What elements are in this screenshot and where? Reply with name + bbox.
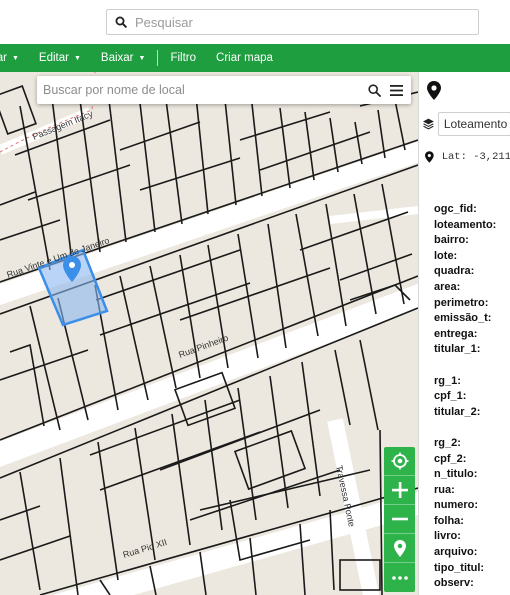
attribute-label: arquivo: xyxy=(434,546,478,559)
top-bar xyxy=(0,0,510,44)
map-marker-icon xyxy=(427,80,441,100)
location-pin-icon xyxy=(425,151,434,163)
caret-down-icon: ▼ xyxy=(138,54,146,62)
map-canvas[interactable]: Rua Vinte e Um de Janeiro Rua Pinheiro R… xyxy=(0,72,418,595)
attribute-label: area: xyxy=(434,280,461,293)
menu-label: Editar xyxy=(38,52,69,64)
hamburger-menu-icon[interactable] xyxy=(385,79,407,101)
global-search[interactable] xyxy=(106,9,479,35)
search-icon xyxy=(107,16,135,28)
layer-selector-row: Loteamento xyxy=(419,108,510,140)
locate-icon xyxy=(391,452,408,470)
place-search-input[interactable] xyxy=(43,83,363,97)
map-controls xyxy=(384,447,415,592)
attribute-list: ogc_fid: loteamento: bairro: lote: quadra: ar… xyxy=(434,202,510,592)
attribute-label: loteamento: xyxy=(434,218,497,231)
more-icon xyxy=(391,575,408,580)
attribute-label: perimetro: xyxy=(434,296,489,309)
attribute-spacer xyxy=(434,420,510,436)
menu-label: zar xyxy=(0,52,7,64)
attribute-label: rg_1: xyxy=(434,374,461,387)
zoom-in-button[interactable] xyxy=(384,476,415,505)
panel-header xyxy=(419,72,510,108)
search-icon[interactable] xyxy=(363,79,385,101)
attribute-label: rua: xyxy=(434,483,455,496)
menu-label: Filtro xyxy=(170,52,197,64)
zoom-out-button[interactable] xyxy=(384,505,415,534)
caret-down-icon: ▼ xyxy=(11,54,19,62)
caret-down-icon: ▼ xyxy=(73,54,81,62)
attribute-label: cpf_1: xyxy=(434,390,467,403)
menu-item-visualizar[interactable]: zar ▼ xyxy=(0,52,29,64)
attribute-label: n_titulo: xyxy=(434,468,478,481)
attribute-spacer xyxy=(434,358,510,374)
zoom-in-icon xyxy=(391,482,408,498)
layers-icon xyxy=(423,118,434,130)
parcel-map: Rua Vinte e Um de Janeiro Rua Pinheiro R… xyxy=(0,72,418,595)
menu-item-editar[interactable]: Editar ▼ xyxy=(29,52,91,64)
menu-label: Baixar xyxy=(100,52,134,64)
locate-button[interactable] xyxy=(384,447,415,476)
menu-item-baixar[interactable]: Baixar ▼ xyxy=(91,52,156,64)
attribute-label: lote: xyxy=(434,249,458,262)
search-input[interactable] xyxy=(135,14,478,30)
feature-info-panel: Loteamento Lat: -3,211 ogc_fid: loteament… xyxy=(418,72,510,595)
menu-bar: zar ▼ Editar ▼ Baixar ▼ Filtro Criar mapa xyxy=(0,44,510,72)
more-button[interactable] xyxy=(384,563,415,592)
menu-label: Criar mapa xyxy=(216,52,273,64)
marker-button[interactable] xyxy=(384,534,415,563)
attribute-label: ogc_fid: xyxy=(434,203,477,215)
attribute-label: cpf_2: xyxy=(434,452,467,465)
attribute-label: quadra: xyxy=(434,265,475,278)
menu-divider xyxy=(157,50,159,66)
attribute-label: folha: xyxy=(434,514,464,527)
attribute-label: tipo_titul: xyxy=(434,561,485,574)
attribute-label: titular_1: xyxy=(434,343,481,356)
attribute-label: observ: xyxy=(434,577,474,590)
coordinates-text: Lat: -3,211 xyxy=(441,151,510,163)
coordinates-readout: Lat: -3,211 xyxy=(419,146,510,168)
attribute-label: titular_2: xyxy=(434,405,481,418)
attribute-label: emissão_t: xyxy=(434,312,492,325)
attribute-label: entrega: xyxy=(434,327,478,340)
menu-item-criar-mapa[interactable]: Criar mapa xyxy=(206,52,283,64)
menu-item-filtro[interactable]: Filtro xyxy=(160,52,206,64)
place-search-bar[interactable] xyxy=(37,76,411,104)
attribute-label: numero: xyxy=(434,499,478,512)
attribute-label: rg_2: xyxy=(434,436,461,449)
layer-select[interactable]: Loteamento xyxy=(437,112,510,136)
attribute-label: livro: xyxy=(434,530,461,543)
marker-icon xyxy=(393,539,406,557)
zoom-out-icon xyxy=(391,517,408,521)
attribute-label: bairro: xyxy=(434,234,469,247)
